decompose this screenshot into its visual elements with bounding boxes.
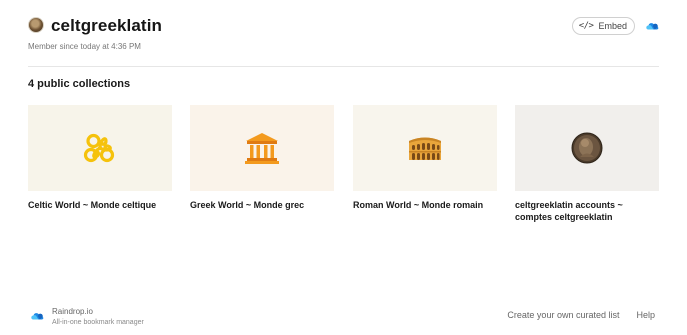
header-divider xyxy=(28,66,659,67)
create-curated-list-link[interactable]: Create your own curated list xyxy=(507,310,619,320)
code-icon: </> xyxy=(578,21,594,31)
collection-card-greek[interactable]: Greek World ~ Monde grec xyxy=(190,105,334,211)
avatar xyxy=(28,17,44,33)
collection-title: Celtic World ~ Monde celtique xyxy=(28,200,157,210)
collection-title: celtgreeklatin accounts ~ comptes celtgr… xyxy=(515,200,623,222)
profile-header: celtgreeklatin Member since today at 4:3… xyxy=(28,14,659,64)
help-link[interactable]: Help xyxy=(636,310,655,320)
collection-thumbnail xyxy=(190,105,334,191)
member-since-text: Member since today at 4:36 PM xyxy=(28,42,141,51)
roman-coin-icon xyxy=(571,132,603,164)
footer-tagline: All-in-one bookmark manager xyxy=(52,319,144,326)
embed-button[interactable]: </> Embed xyxy=(571,17,635,35)
footer-links: Create your own curated list Help xyxy=(507,310,655,320)
footer-brand[interactable]: Raindrop.io xyxy=(52,307,93,316)
collection-thumbnail xyxy=(515,105,659,191)
collection-title: Greek World ~ Monde grec xyxy=(190,200,305,210)
collection-thumbnail xyxy=(353,105,497,191)
collection-card-roman[interactable]: Roman World ~ Monde romain xyxy=(353,105,497,211)
greek-temple-icon xyxy=(245,133,279,164)
profile-username: celtgreeklatin xyxy=(51,16,163,35)
collection-thumbnail xyxy=(28,105,172,191)
collection-title: Roman World ~ Monde romain xyxy=(353,200,484,210)
colosseum-icon xyxy=(409,137,441,160)
raindrop-logo-icon[interactable] xyxy=(30,309,44,323)
collection-card-celtic[interactable]: Celtic World ~ Monde celtique xyxy=(28,105,172,211)
raindrop-cloud-icon[interactable] xyxy=(645,19,659,33)
collections-heading: 4 public collections xyxy=(28,78,131,90)
collection-card-accounts[interactable]: celtgreeklatin accounts ~ comptes celtgr… xyxy=(515,105,659,223)
footer: Raindrop.io All-in-one bookmark manager … xyxy=(28,306,659,328)
triskelion-icon xyxy=(83,133,115,163)
collections-grid: Celtic World ~ Monde celtique Greek Worl… xyxy=(28,105,659,235)
embed-label: Embed xyxy=(598,21,627,31)
